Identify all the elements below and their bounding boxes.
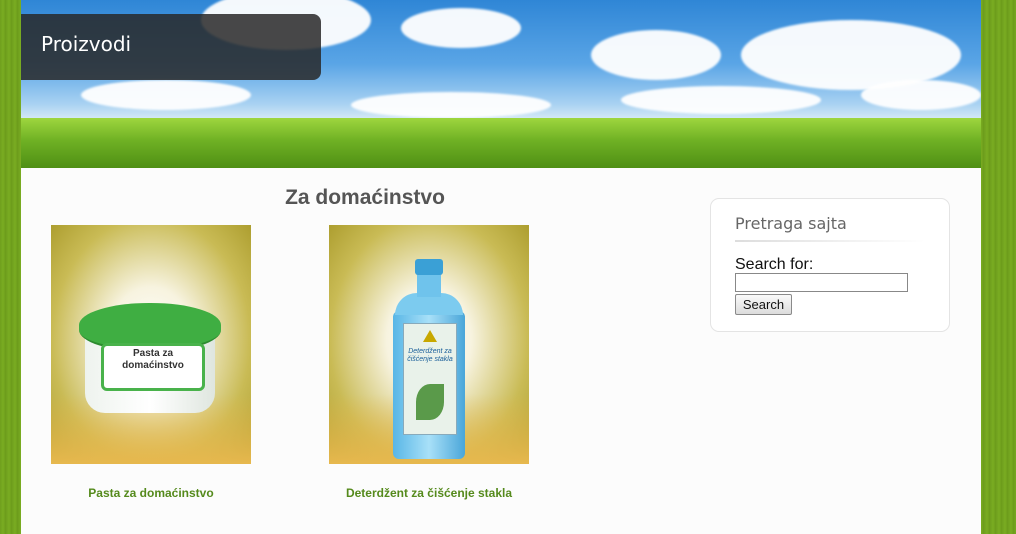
leaf-icon [416, 384, 444, 420]
bottle-label: Deterdžent za čišćenje stakla [403, 323, 457, 435]
site-title[interactable]: Proizvodi [41, 32, 131, 56]
grass-field [21, 118, 981, 168]
product-card[interactable]: Pasta za domaćinstvo Pasta za domaćinstv… [51, 225, 251, 500]
cloud [621, 86, 821, 114]
page-wrapper: Proizvodi Za domaćinstvo Pasta za domaći… [21, 0, 981, 534]
cloud [351, 92, 551, 118]
cloud [81, 80, 251, 110]
main-content: Za domaćinstvo Pasta za domaćinstvo Past… [21, 168, 981, 534]
brand-logo-icon [423, 330, 437, 342]
header-banner: Proizvodi [21, 0, 981, 168]
cloud [591, 30, 721, 80]
cloud [401, 8, 521, 48]
product-link[interactable]: Pasta za domaćinstvo [51, 486, 251, 500]
product-card[interactable]: Deterdžent za čišćenje stakla Deterdžent… [329, 225, 529, 500]
search-widget: Pretraga sajta Search for: Search [710, 198, 950, 332]
widget-title: Pretraga sajta [735, 214, 847, 233]
product-image-deterdzent[interactable]: Deterdžent za čišćenje stakla [329, 225, 529, 464]
page-title: Za domaćinstvo [285, 186, 445, 209]
jar-label: Pasta za domaćinstvo [101, 343, 205, 391]
site-title-box[interactable]: Proizvodi [21, 14, 321, 80]
product-link[interactable]: Deterdžent za čišćenje stakla [329, 486, 529, 500]
jar-graphic: Pasta za domaćinstvo [79, 303, 221, 415]
product-image-pasta[interactable]: Pasta za domaćinstvo [51, 225, 251, 464]
search-button[interactable]: Search [735, 294, 792, 315]
title-divider [735, 240, 925, 242]
bottle-graphic: Deterdžent za čišćenje stakla [389, 259, 469, 459]
search-input[interactable] [735, 273, 908, 292]
search-label: Search for: [735, 256, 814, 273]
cloud [861, 80, 981, 110]
